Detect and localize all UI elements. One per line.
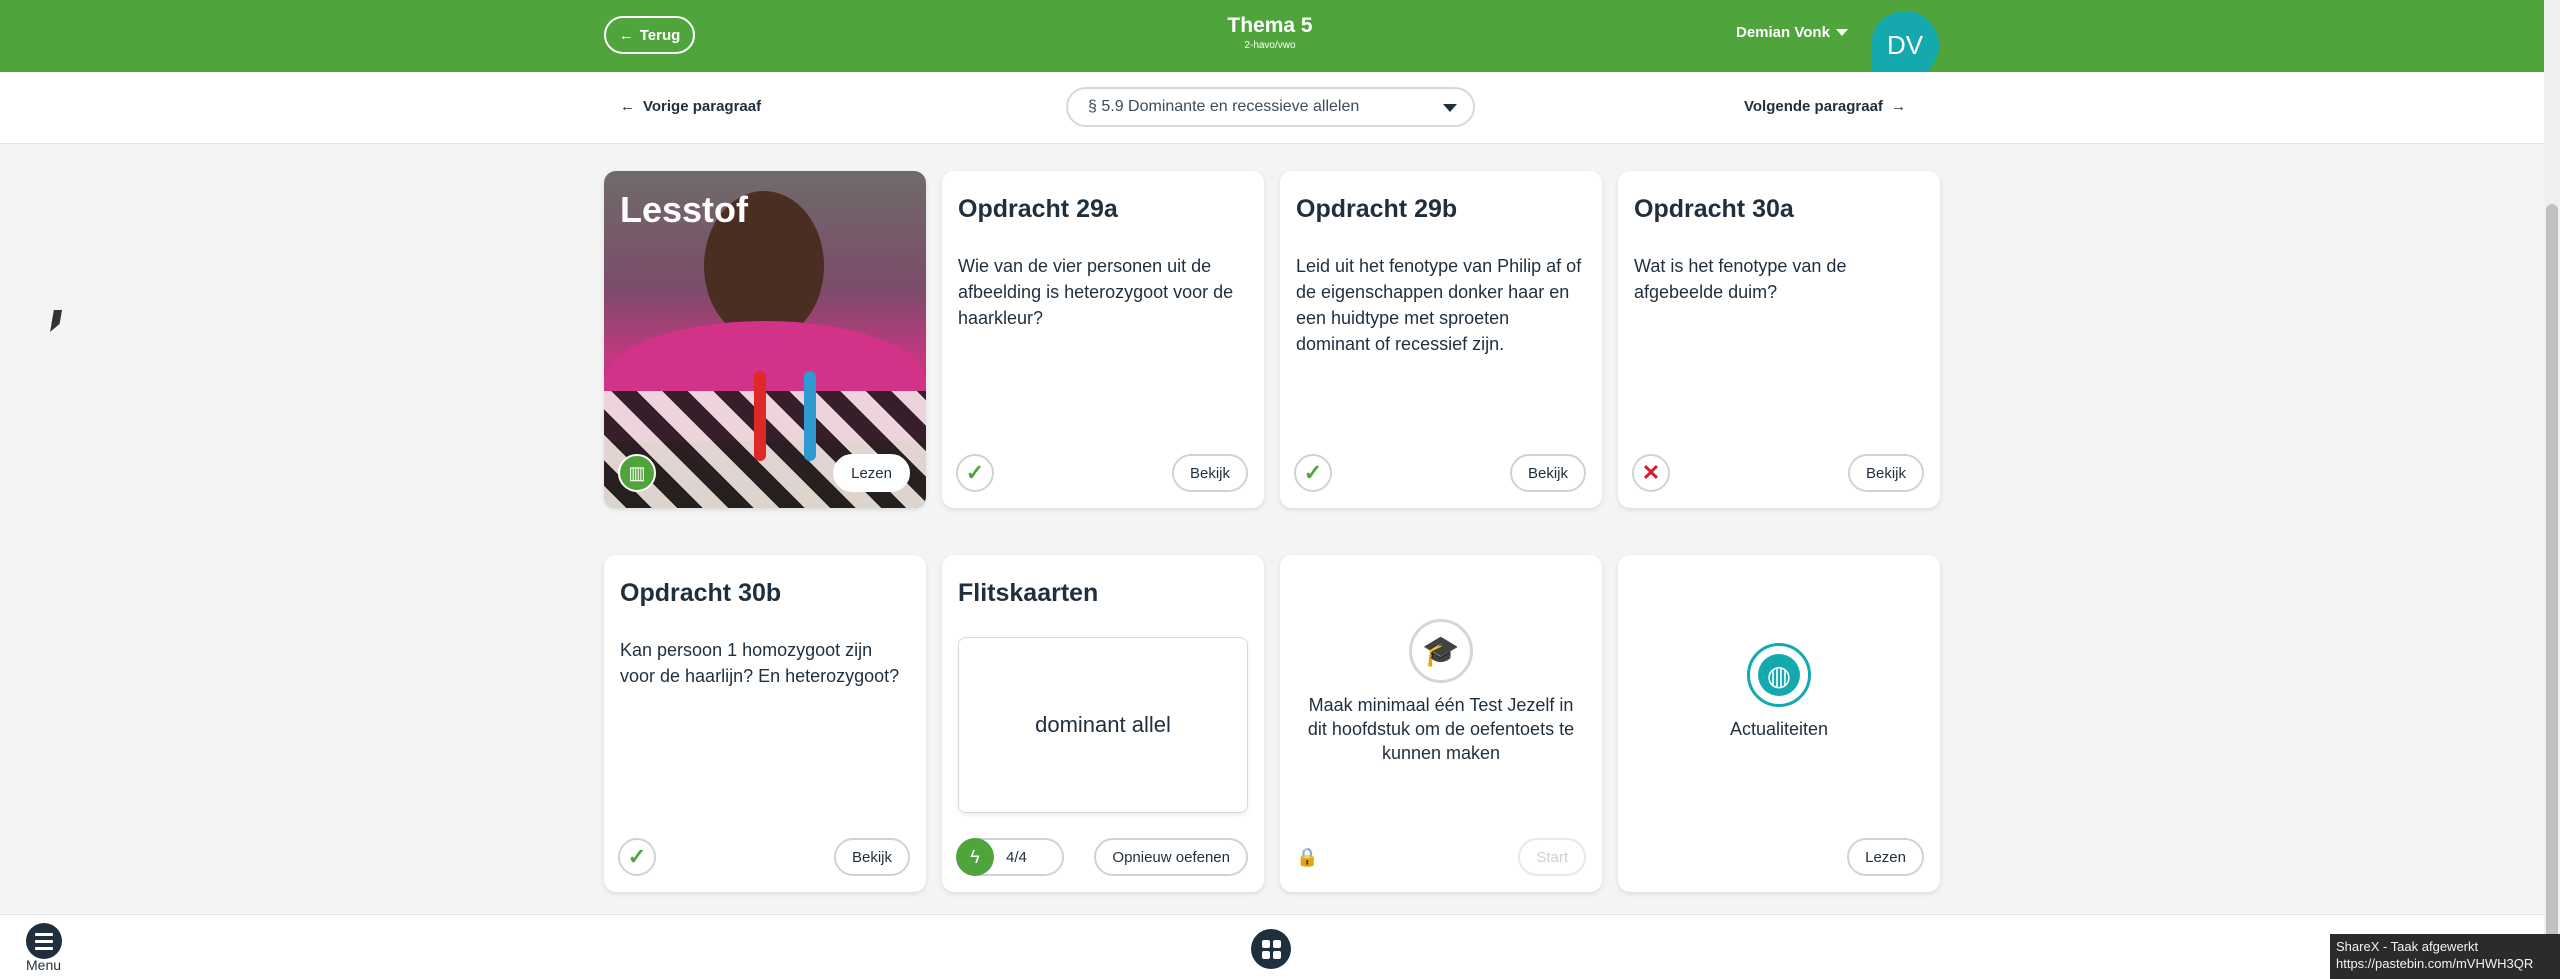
paragraph-navigation: ← Vorige paragraaf § 5.9 Dominante en re… xyxy=(0,72,2544,144)
notification-toast: ShareX - Taak afgewerkt https://pastebin… xyxy=(2330,934,2560,979)
hamburger-icon xyxy=(26,923,62,959)
lightning-icon: ϟ xyxy=(956,838,994,876)
mouse-cursor-icon xyxy=(50,310,62,332)
assignment-title: Opdracht 29a xyxy=(958,195,1118,223)
flashcard-progress: ϟ 4/4 xyxy=(956,838,1064,876)
bottom-bar: Menu xyxy=(0,914,2544,979)
assignment-question: Leid uit het fenotype van Philip af of d… xyxy=(1296,256,1582,354)
next-paragraph-link[interactable]: Volgende paragraaf → xyxy=(1744,98,1906,115)
toast-url: https://pastebin.com/mVHWH3QR xyxy=(2336,956,2534,971)
top-bar: ← Terug Thema 5 2-havo/vwo Demian Vonk xyxy=(0,0,2544,72)
grid-icon[interactable] xyxy=(1251,929,1291,969)
assignment-card-30b[interactable]: Opdracht 30b Kan persoon 1 homozygoot zi… xyxy=(604,555,926,892)
assignment-card-30a[interactable]: Opdracht 30a Wat is het fenotype van de … xyxy=(1618,171,1940,508)
assignment-title: Opdracht 30a xyxy=(1634,195,1794,223)
lesstof-title: Lesstof xyxy=(620,189,749,230)
menu-label: Menu xyxy=(26,957,62,973)
theme-title: Thema 5 xyxy=(1227,14,1313,37)
assignment-card-29b[interactable]: Opdracht 29b Leid uit het fenotype van P… xyxy=(1280,171,1602,508)
view-button[interactable]: Bekijk xyxy=(1509,454,1586,492)
practice-again-button[interactable]: Opnieuw oefenen xyxy=(1094,838,1248,876)
user-menu[interactable]: Demian Vonk xyxy=(1736,24,1848,41)
paragraph-select-value: § 5.9 Dominante en recessieve allelen xyxy=(1088,98,1360,115)
next-paragraph-label: Volgende paragraaf xyxy=(1744,98,1883,115)
lock-icon: 🔒 xyxy=(1296,847,1319,867)
cross-icon: ✕ xyxy=(1632,454,1670,492)
checkmark-icon: ✓ xyxy=(956,454,994,492)
back-button-label: Terug xyxy=(639,26,681,44)
graduation-cap-icon: 🎓 xyxy=(1409,619,1473,683)
book-icon: ▥ xyxy=(618,454,656,492)
checkmark-icon: ✓ xyxy=(1294,454,1332,492)
flashcards-title: Flitskaarten xyxy=(958,579,1099,607)
globe-icon: ◍ xyxy=(1747,643,1811,707)
paragraph-select[interactable]: § 5.9 Dominante en recessieve allelen xyxy=(1066,87,1475,127)
avatar-initials: DV xyxy=(1886,29,1924,60)
view-button[interactable]: Bekijk xyxy=(1847,454,1924,492)
chevron-down-icon xyxy=(1835,29,1848,36)
toast-title: ShareX - Taak afgewerkt xyxy=(2336,939,2479,954)
self-test-message: Maak minimaal één Test Jezelf in dit hoo… xyxy=(1307,695,1575,763)
read-button[interactable]: Lezen xyxy=(1847,838,1924,876)
assignment-card-29a[interactable]: Opdracht 29a Wie van de vier personen ui… xyxy=(942,171,1264,508)
assignment-question: Wat is het fenotype van de afgebeelde du… xyxy=(1634,256,1847,302)
avatar[interactable]: DV xyxy=(1871,11,1939,79)
self-test-card: 🎓 Maak minimaal één Test Jezelf in dit h… xyxy=(1280,555,1602,892)
chevron-down-icon xyxy=(1443,104,1457,112)
assignment-question: Wie van de vier personen uit de afbeeldi… xyxy=(958,256,1234,328)
view-button[interactable]: Bekijk xyxy=(1171,454,1248,492)
news-card[interactable]: ◍ Actualiteiten Lezen xyxy=(1618,555,1940,892)
assignment-title: Opdracht 29b xyxy=(1296,195,1458,223)
view-button[interactable]: Bekijk xyxy=(833,838,910,876)
arrow-left-icon: ← xyxy=(620,98,635,115)
previous-paragraph-link[interactable]: ← Vorige paragraaf xyxy=(620,98,761,115)
theme-subtitle: 2-havo/vwo xyxy=(1244,40,1296,51)
flashcards-card[interactable]: Flitskaarten dominant allel ϟ 4/4 Opnieu… xyxy=(942,555,1264,892)
flashcard[interactable]: dominant allel xyxy=(958,637,1248,813)
back-button[interactable]: ← Terug xyxy=(604,16,695,54)
start-button: Start xyxy=(1518,838,1586,876)
user-name: Demian Vonk xyxy=(1736,24,1830,41)
lesstof-card[interactable]: Lesstof ▥ Lezen xyxy=(604,171,926,508)
previous-paragraph-label: Vorige paragraaf xyxy=(643,98,762,115)
page-title: Thema 5 2-havo/vwo xyxy=(1170,13,1370,53)
assignment-question: Kan persoon 1 homozygoot zijn voor de ha… xyxy=(620,640,900,686)
lesstof-image-tube xyxy=(804,371,816,461)
flashcard-count: 4/4 xyxy=(1006,848,1027,866)
lesstof-image-tube xyxy=(754,371,766,461)
assignment-title: Opdracht 30b xyxy=(620,579,782,607)
read-button[interactable]: Lezen xyxy=(833,454,910,492)
scrollbar-thumb[interactable] xyxy=(2546,204,2558,979)
checkmark-icon: ✓ xyxy=(618,838,656,876)
arrow-right-icon: → xyxy=(1890,98,1906,115)
news-label: Actualiteiten xyxy=(1729,719,1829,739)
arrow-left-icon: ← xyxy=(618,26,634,44)
